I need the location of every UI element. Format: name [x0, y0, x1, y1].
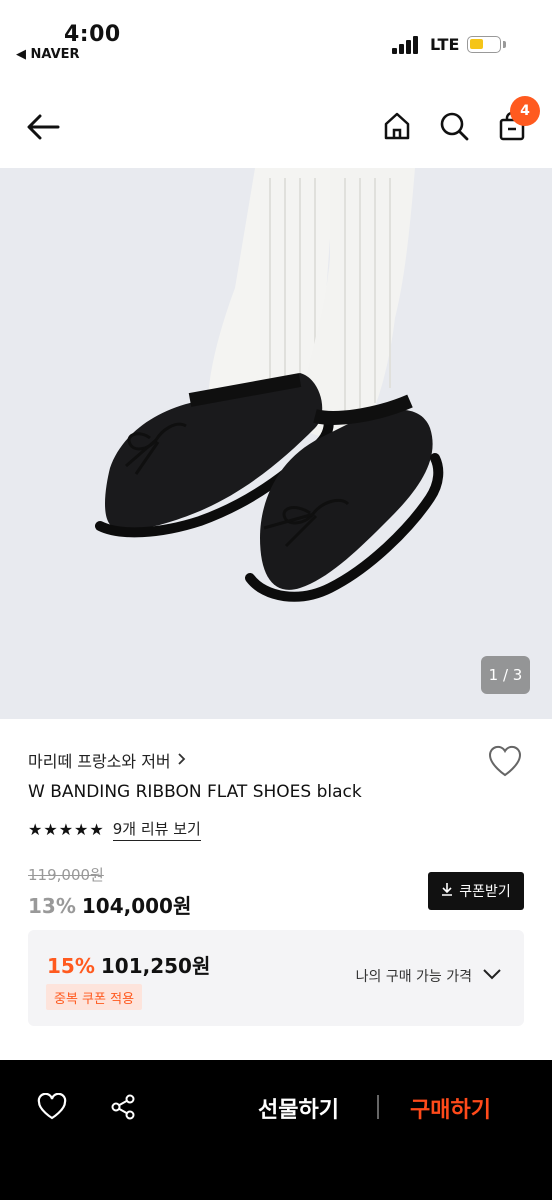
- discount-rate: 13%: [28, 894, 76, 918]
- status-time: 4:00: [64, 22, 121, 47]
- original-price: 119,000원: [28, 866, 104, 884]
- rating-row: ★★★★★ 9개 리뷰 보기: [28, 818, 201, 841]
- chevron-down-icon: [482, 968, 502, 984]
- arrow-left-icon[interactable]: [22, 106, 64, 148]
- best-price: 101,250원: [100, 954, 211, 978]
- product-image[interactable]: [0, 168, 552, 719]
- best-discount-rate: 15%: [47, 954, 95, 978]
- signal-icon: [392, 36, 422, 54]
- home-icon[interactable]: [378, 107, 416, 145]
- price-row: 13% 104,000원: [28, 890, 191, 919]
- bottom-action-bar: 선물하기 구매하기: [0, 1060, 552, 1200]
- back-to-app-link[interactable]: ◀ NAVER: [16, 47, 80, 62]
- coupon-download-button[interactable]: 쿠폰받기: [428, 872, 524, 910]
- duplicate-coupon-tag: 중복 쿠폰 적용: [46, 984, 143, 1010]
- share-icon[interactable]: [106, 1090, 140, 1124]
- gift-button[interactable]: 선물하기: [258, 1092, 339, 1124]
- status-bar: 4:00 ◀ NAVER LTE: [0, 0, 552, 80]
- cart-count-badge: 4: [510, 96, 540, 126]
- image-counter: 1 / 3: [481, 656, 530, 694]
- product-title: W BANDING RIBBON FLAT SHOES black: [28, 782, 362, 802]
- wishlist-heart-icon[interactable]: [487, 744, 523, 780]
- review-link[interactable]: 9개 리뷰 보기: [112, 818, 201, 841]
- heart-icon[interactable]: [34, 1090, 70, 1124]
- brand-link[interactable]: 마리떼 프랑소와 저버: [28, 748, 187, 772]
- product-photo-shoes: [0, 168, 552, 719]
- top-nav: [0, 80, 552, 168]
- search-icon[interactable]: [435, 107, 473, 145]
- star-rating: ★★★★★: [28, 820, 105, 839]
- best-price-box[interactable]: 15% 101,250원 중복 쿠폰 적용 나의 구매 가능 가격: [28, 930, 524, 1026]
- sale-price: 104,000원: [81, 894, 192, 918]
- buy-button[interactable]: 구매하기: [410, 1092, 491, 1124]
- coupon-button-label: 쿠폰받기: [459, 884, 511, 900]
- divider: [377, 1095, 379, 1119]
- battery-icon: [467, 36, 501, 53]
- my-price-toggle[interactable]: 나의 구매 가능 가격: [356, 966, 502, 986]
- brand-name: 마리떼 프랑소와 저버: [28, 752, 171, 771]
- chevron-right-icon: [177, 751, 187, 770]
- download-icon: [441, 882, 453, 900]
- my-price-label: 나의 구매 가능 가격: [355, 969, 472, 985]
- network-type: LTE: [430, 35, 460, 54]
